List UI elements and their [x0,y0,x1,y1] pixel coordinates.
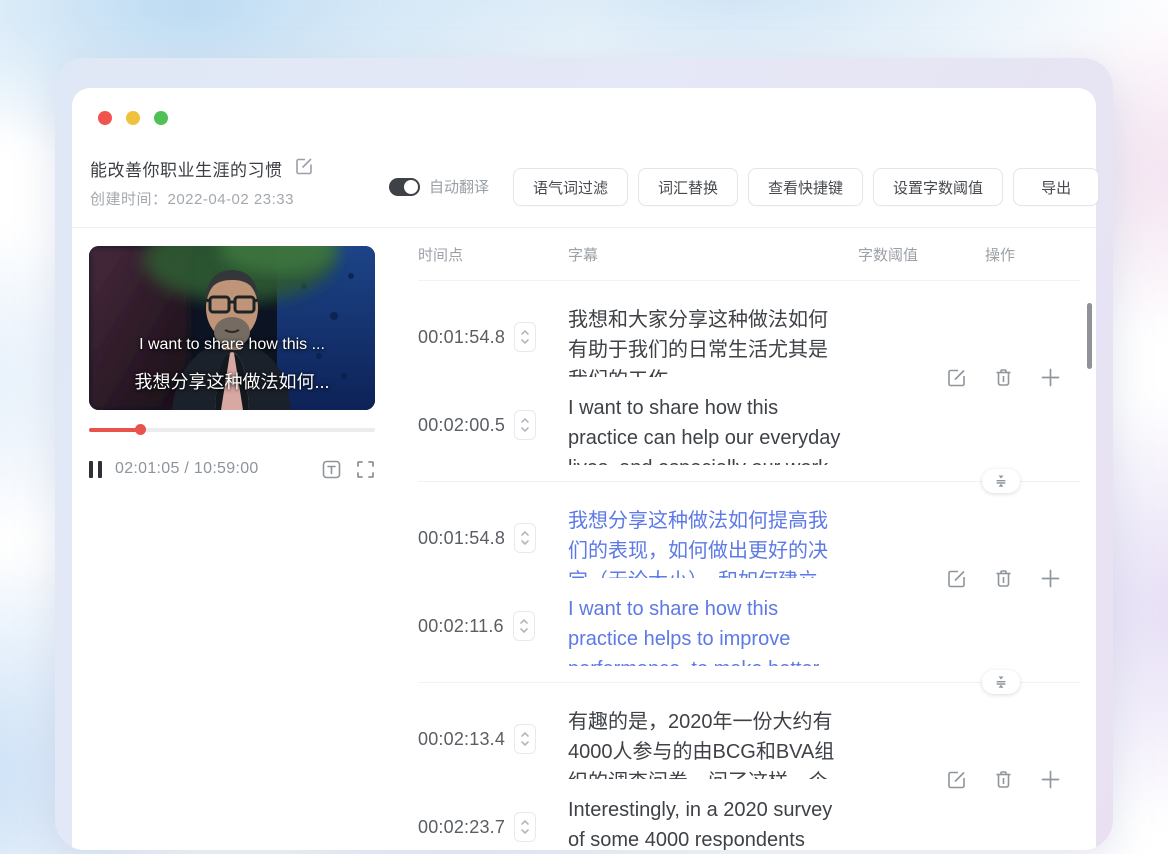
app-card: 能改善你职业生涯的习惯 创建时间：2022-04-02 23:33 自动翻译 语… [72,88,1100,850]
header-actions: 操作 [985,247,1016,264]
timestamp-value[interactable]: 00:02:11.6 [418,616,504,637]
table-row: 00:02:23.7 Interestingly, in a 2020 surv… [418,795,1080,850]
fullscreen-icon[interactable] [356,460,375,479]
delete-subtitle-icon[interactable] [993,769,1014,790]
window-frame: 能改善你职业生涯的习惯 创建时间：2022-04-02 23:33 自动翻译 语… [55,58,1113,850]
edit-subtitle-icon[interactable] [946,367,967,388]
header-divider [72,227,1096,228]
page-title: 能改善你职业生涯的习惯 [90,161,283,180]
subtitle-text-en[interactable]: I want to share how this practice helps … [568,594,868,666]
delete-subtitle-icon[interactable] [993,367,1014,388]
row-actions [946,367,1061,388]
auto-translate-label: 自动翻译 [429,179,490,196]
seek-bar[interactable] [89,424,375,436]
subtitle-text-zh[interactable]: 有趣的是，2020年一份大约有 4000人参与的由BCG和BVA组 织的调查问卷… [568,707,868,779]
toggle-knob [404,179,418,194]
subtitle-table: 时间点 字幕 字数阈值 操作 00:01:54.8 我想和大家分享这种做法如何 … [418,244,1080,850]
timestamp-stepper[interactable] [512,611,535,641]
subtitle-group: 00:02:13.4 有趣的是，2020年一份大约有 4000人参与的由BCG和… [418,683,1080,850]
row-actions [946,769,1061,790]
window-controls [98,111,168,125]
timestamp-stepper[interactable] [514,812,537,842]
subtitle-text-zh[interactable]: 我想和大家分享这种做法如何 有助于我们的日常生活尤其是 我们的工作 [568,305,868,377]
subtitle-text-en[interactable]: I want to share how this practice can he… [568,393,868,465]
seek-fill [89,428,141,432]
playback-time: 02:01:05 / 10:59:00 [115,460,259,477]
add-subtitle-icon[interactable] [1040,769,1061,790]
header-timestamp: 时间点 [418,247,464,264]
timestamp-value[interactable]: 00:02:13.4 [418,729,505,750]
vocab-replace-button[interactable]: 词汇替换 [638,168,739,206]
subtitle-toggle-icon[interactable] [322,460,341,479]
timestamp-value[interactable]: 00:01:54.8 [418,528,505,549]
edit-title-icon[interactable] [294,156,314,176]
app-window: 能改善你职业生涯的习惯 创建时间：2022-04-02 23:33 自动翻译 语… [0,0,1168,854]
edit-subtitle-icon[interactable] [946,568,967,589]
subtitle-text-en[interactable]: Interestingly, in a 2020 survey of some … [568,795,868,850]
video-subtitle-zh: 我想分享这种做法如何... [134,372,330,392]
timestamp-stepper[interactable] [514,523,537,553]
add-subtitle-icon[interactable] [1040,367,1061,388]
timestamp-stepper[interactable] [514,322,537,352]
set-word-threshold-button[interactable]: 设置字数阈值 [873,168,1004,206]
export-button[interactable]: 导出 [1013,168,1100,206]
subtitle-group: 00:01:54.8 我想和大家分享这种做法如何 有助于我们的日常生活尤其是 我… [418,281,1080,493]
edit-subtitle-icon[interactable] [946,769,967,790]
player-controls: 02:01:05 / 10:59:00 [89,454,375,484]
subtitle-text-zh[interactable]: 我想分享这种做法如何提高我 们的表现，如何做出更好的决 定（无论大小），和如何建… [568,506,868,578]
created-time-label: 创建时间：2022-04-02 23:33 [90,191,294,208]
table-scrollbar[interactable] [1087,303,1092,369]
auto-translate-toggle[interactable] [389,177,420,196]
delete-subtitle-icon[interactable] [993,568,1014,589]
view-shortcuts-button[interactable]: 查看快捷键 [748,168,864,206]
toolbar: 语气词过滤 词汇替换 查看快捷键 设置字数阈值 导出 [513,168,1100,206]
header-word-threshold: 字数阈值 [858,247,919,264]
timestamp-value[interactable]: 00:02:00.5 [418,415,505,436]
subtitle-group-active: 00:01:54.8 我想分享这种做法如何提高我 们的表现，如何做出更好的决 定… [418,482,1080,694]
timestamp-stepper[interactable] [514,724,537,754]
timestamp-value[interactable]: 00:02:23.7 [418,817,505,838]
close-window-button[interactable] [98,111,112,125]
table-row: 00:02:00.5 I want to share how this prac… [418,393,1080,481]
table-row: 00:02:11.6 I want to share how this prac… [418,594,1080,682]
video-player[interactable]: I want to share how this ... 我想分享这种做法如何.… [89,246,375,410]
filler-word-filter-button[interactable]: 语气词过滤 [513,168,629,206]
seek-handle[interactable] [135,424,147,435]
minimize-window-button[interactable] [126,111,140,125]
header-subtitle: 字幕 [568,247,599,264]
table-header: 时间点 字幕 字数阈值 操作 [418,244,1080,281]
row-actions [946,568,1061,589]
add-subtitle-icon[interactable] [1040,568,1061,589]
pause-button[interactable] [89,460,102,478]
timestamp-stepper[interactable] [514,410,537,440]
timestamp-value[interactable]: 00:01:54.8 [418,327,505,348]
zoom-window-button[interactable] [154,111,168,125]
video-subtitle-en: I want to share how this ... [139,336,325,353]
